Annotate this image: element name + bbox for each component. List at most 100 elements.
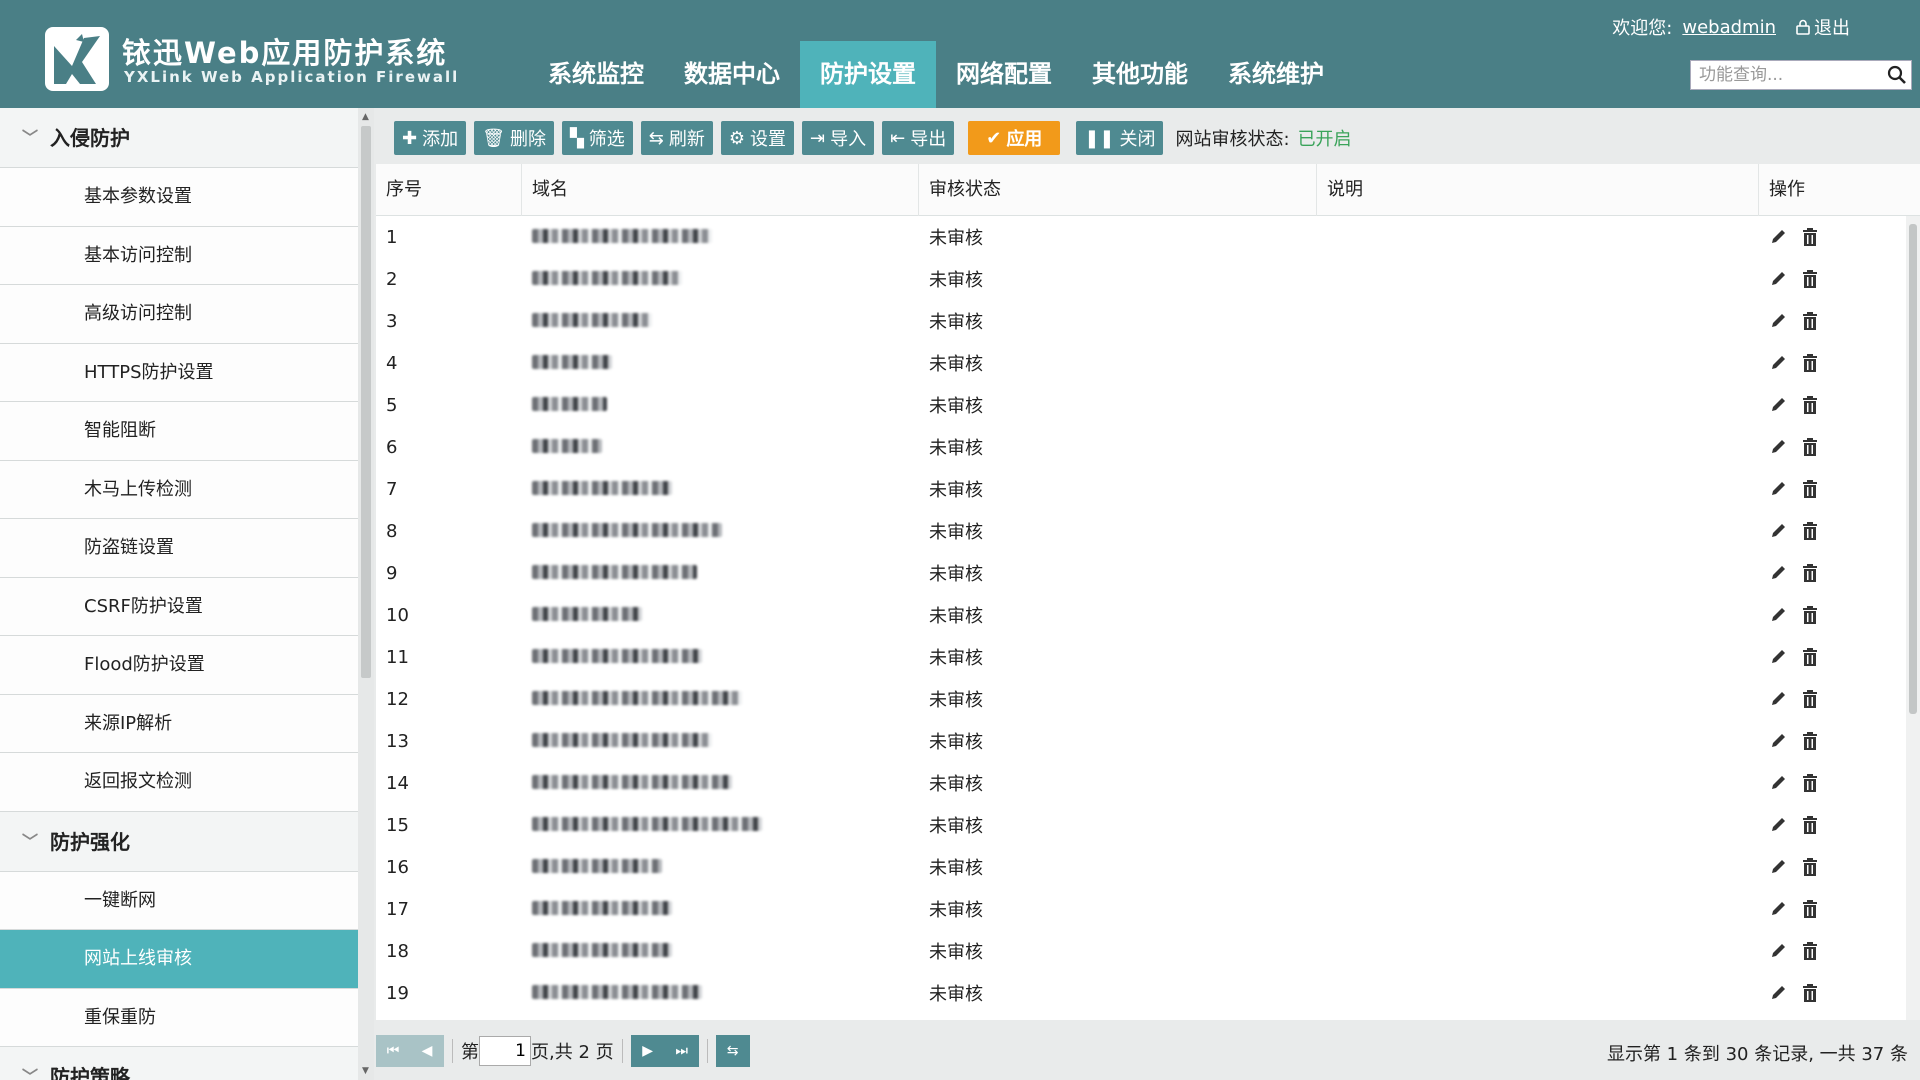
- edit-icon[interactable]: [1769, 396, 1787, 414]
- table-row[interactable]: 2 未审核: [376, 258, 1920, 300]
- table-row[interactable]: 13 未审核: [376, 720, 1920, 762]
- table-row[interactable]: 16 未审核: [376, 846, 1920, 888]
- refresh-button[interactable]: ⇆ 刷新: [640, 121, 713, 155]
- username-link[interactable]: webadmin: [1682, 17, 1776, 38]
- col-header-domain[interactable]: 域名: [522, 164, 919, 216]
- table-row[interactable]: 15 未审核: [376, 804, 1920, 846]
- sidebar-item-basic-params[interactable]: 基本参数设置: [0, 168, 358, 227]
- table-scroll-thumb[interactable]: [1909, 224, 1917, 714]
- table-row[interactable]: 12 未审核: [376, 678, 1920, 720]
- settings-button[interactable]: ⚙ 设置: [720, 121, 795, 155]
- edit-icon[interactable]: [1769, 270, 1787, 288]
- table-row[interactable]: 7 未审核: [376, 468, 1920, 510]
- table-row[interactable]: 19 未审核: [376, 972, 1920, 1014]
- delete-icon[interactable]: [1801, 647, 1819, 667]
- sidebar-item-flood[interactable]: Flood防护设置: [0, 636, 358, 695]
- sidebar-item-source-ip[interactable]: 来源IP解析: [0, 694, 358, 753]
- table-row[interactable]: 10 未审核: [376, 594, 1920, 636]
- close-button[interactable]: ❚❚ 关闭: [1076, 121, 1164, 155]
- edit-icon[interactable]: [1769, 690, 1787, 708]
- scroll-down-icon[interactable]: ▼: [362, 1066, 369, 1076]
- table-row[interactable]: 8 未审核: [376, 510, 1920, 552]
- sidebar-item-advanced-access[interactable]: 高级访问控制: [0, 285, 358, 344]
- col-header-status[interactable]: 审核状态: [919, 164, 1317, 216]
- edit-icon[interactable]: [1769, 480, 1787, 498]
- sidebar-scroll-thumb[interactable]: [361, 126, 371, 678]
- delete-icon[interactable]: [1801, 227, 1819, 247]
- delete-icon[interactable]: [1801, 689, 1819, 709]
- table-scrollbar[interactable]: [1906, 216, 1920, 1020]
- sidebar-item-basic-access[interactable]: 基本访问控制: [0, 226, 358, 285]
- edit-icon[interactable]: [1769, 774, 1787, 792]
- sidebar-item-smart-block[interactable]: 智能阻断: [0, 402, 358, 461]
- first-page-button[interactable]: ⏮: [376, 1035, 410, 1067]
- edit-icon[interactable]: [1769, 522, 1787, 540]
- nav-data-center[interactable]: 数据中心: [664, 41, 800, 108]
- prev-page-button[interactable]: ◀: [410, 1035, 444, 1067]
- nav-system-monitor[interactable]: 系统监控: [528, 41, 664, 108]
- delete-icon[interactable]: [1801, 563, 1819, 583]
- sidebar-item-site-review[interactable]: 网站上线审核: [0, 930, 358, 989]
- delete-icon[interactable]: [1801, 479, 1819, 499]
- delete-icon[interactable]: [1801, 353, 1819, 373]
- filter-button[interactable]: ▚ 筛选: [561, 121, 633, 155]
- sidebar-group-hardening[interactable]: ﹀ 防护强化: [0, 811, 358, 872]
- delete-icon[interactable]: [1801, 941, 1819, 961]
- nav-protection-settings[interactable]: 防护设置: [800, 41, 936, 108]
- col-header-remark[interactable]: 说明: [1317, 164, 1759, 216]
- delete-icon[interactable]: [1801, 857, 1819, 877]
- edit-icon[interactable]: [1769, 942, 1787, 960]
- edit-icon[interactable]: [1769, 354, 1787, 372]
- apply-button[interactable]: ✔ 应用: [968, 121, 1061, 155]
- sidebar-item-one-key-disconnect[interactable]: 一键断网: [0, 871, 358, 930]
- sidebar-item-trojan-upload[interactable]: 木马上传检测: [0, 460, 358, 519]
- delete-icon[interactable]: [1801, 815, 1819, 835]
- edit-icon[interactable]: [1769, 648, 1787, 666]
- delete-icon[interactable]: [1801, 269, 1819, 289]
- sidebar-group-policy[interactable]: ﹀ 防护策略: [0, 1047, 358, 1080]
- table-row[interactable]: 4 未审核: [376, 342, 1920, 384]
- edit-icon[interactable]: [1769, 438, 1787, 456]
- delete-icon[interactable]: [1801, 521, 1819, 541]
- nav-system-maintenance[interactable]: 系统维护: [1208, 41, 1344, 108]
- delete-icon[interactable]: [1801, 983, 1819, 1003]
- edit-icon[interactable]: [1769, 228, 1787, 246]
- last-page-button[interactable]: ⏭: [664, 1035, 699, 1067]
- scroll-up-icon[interactable]: ▲: [362, 112, 369, 122]
- delete-icon[interactable]: [1801, 311, 1819, 331]
- edit-icon[interactable]: [1769, 606, 1787, 624]
- edit-icon[interactable]: [1769, 816, 1787, 834]
- edit-icon[interactable]: [1769, 732, 1787, 750]
- edit-icon[interactable]: [1769, 984, 1787, 1002]
- edit-icon[interactable]: [1769, 312, 1787, 330]
- edit-icon[interactable]: [1769, 564, 1787, 582]
- add-button[interactable]: ✚ 添加: [394, 121, 467, 155]
- table-row[interactable]: 11 未审核: [376, 636, 1920, 678]
- table-row[interactable]: 18 未审核: [376, 930, 1920, 972]
- table-row[interactable]: 14 未审核: [376, 762, 1920, 804]
- sidebar-item-key-protection[interactable]: 重保重防: [0, 988, 358, 1047]
- delete-icon[interactable]: [1801, 437, 1819, 457]
- delete-icon[interactable]: [1801, 773, 1819, 793]
- search-icon[interactable]: [1887, 65, 1907, 85]
- page-number-input[interactable]: [479, 1036, 531, 1066]
- sidebar-item-https[interactable]: HTTPS防护设置: [0, 343, 358, 402]
- search-input[interactable]: [1691, 61, 1881, 89]
- edit-icon[interactable]: [1769, 858, 1787, 876]
- sidebar-item-hotlink[interactable]: 防盗链设置: [0, 519, 358, 578]
- table-row[interactable]: 9 未审核: [376, 552, 1920, 594]
- col-header-no[interactable]: 序号: [376, 164, 522, 216]
- delete-icon[interactable]: [1801, 731, 1819, 751]
- delete-icon[interactable]: [1801, 605, 1819, 625]
- table-row[interactable]: 6 未审核: [376, 426, 1920, 468]
- nav-network-config[interactable]: 网络配置: [936, 41, 1072, 108]
- reload-button[interactable]: ⇆: [715, 1035, 750, 1067]
- sidebar-group-intrusion[interactable]: ﹀ 入侵防护: [0, 108, 358, 168]
- logout-button[interactable]: 退出: [1796, 14, 1850, 40]
- delete-icon[interactable]: [1801, 395, 1819, 415]
- table-row[interactable]: 1 未审核: [376, 216, 1920, 258]
- sidebar-item-response-check[interactable]: 返回报文检测: [0, 753, 358, 812]
- edit-icon[interactable]: [1769, 900, 1787, 918]
- nav-other-functions[interactable]: 其他功能: [1072, 41, 1208, 108]
- table-row[interactable]: 17 未审核: [376, 888, 1920, 930]
